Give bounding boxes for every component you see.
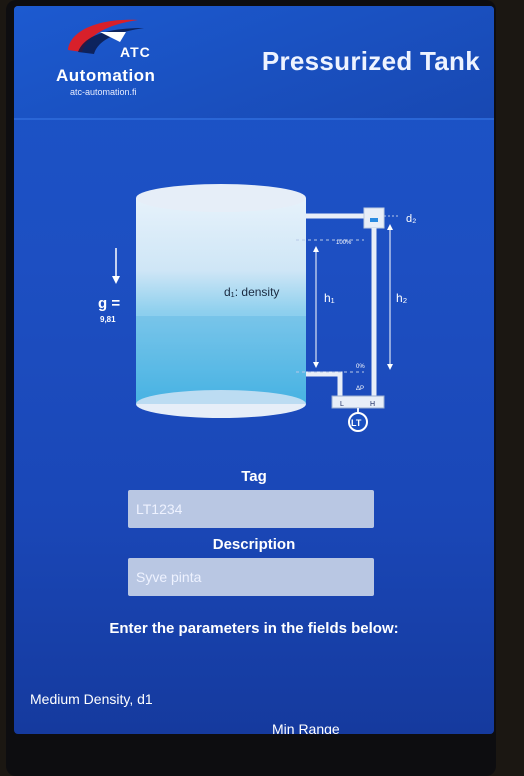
dp-label: ΔP <box>356 386 364 392</box>
tank-vessel <box>136 184 306 418</box>
instructions-text: Enter the parameters in the fields below… <box>109 620 399 637</box>
port-high-label: H <box>370 401 375 408</box>
logo-url: atc-automation.fi <box>70 87 137 97</box>
logo-company-name: Automation <box>56 66 156 85</box>
level-100-label: 100% <box>336 240 352 246</box>
gravity-label: g = <box>98 295 120 312</box>
d2-label: d₂ <box>406 213 416 225</box>
tag-input[interactable] <box>128 490 374 528</box>
medium-density-label: Medium Density, d1 <box>30 691 153 707</box>
app-header: ATC Automation atc-automation.fi Pressur… <box>14 6 494 120</box>
port-low-label: L <box>340 401 344 408</box>
description-input[interactable] <box>128 558 374 596</box>
tablet-frame: ATC Automation atc-automation.fi Pressur… <box>6 0 496 776</box>
h1-label: h₁ <box>324 291 335 305</box>
density-label: d₁: density <box>224 285 279 299</box>
gravity-arrow-icon <box>112 248 120 284</box>
page-title: Pressurized Tank <box>261 46 480 76</box>
logo-atc-text: ATC <box>120 44 151 60</box>
tag-label: Tag <box>241 468 267 485</box>
description-label: Description <box>212 536 296 553</box>
tank-diagram: g = 9,81 d₁: density 100% 0% ΔP h₁ h₂ d₂… <box>98 184 416 432</box>
level-0-label: 0% <box>356 364 365 370</box>
app-screen: ATC Automation atc-automation.fi Pressur… <box>14 6 494 734</box>
transmitter-body: L H LT <box>331 395 385 432</box>
h1-arrow <box>313 246 319 368</box>
impulse-lines <box>296 207 385 398</box>
h2-label: h₂ <box>396 291 408 305</box>
min-range-label: Min Range <box>272 721 340 734</box>
atc-logo[interactable]: ATC Automation atc-automation.fi <box>50 12 180 104</box>
gravity-value: 9,81 <box>100 315 116 324</box>
transmitter-tag: LT <box>351 418 362 428</box>
h2-arrow <box>387 224 393 370</box>
